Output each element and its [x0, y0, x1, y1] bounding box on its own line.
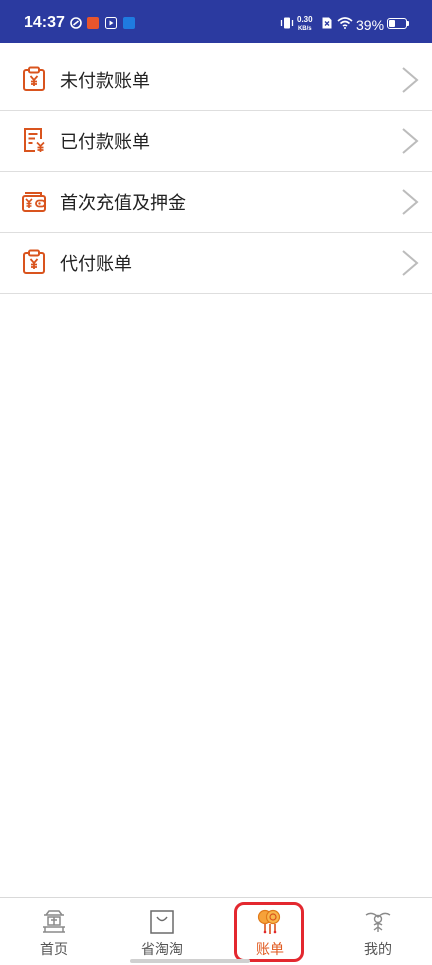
chevron-right-icon — [402, 250, 419, 276]
app-notification-icon — [70, 17, 82, 29]
menu-item-label: 未付款账单 — [60, 71, 150, 92]
tab-label: 省淘淘 — [141, 942, 183, 958]
video-app-notification-icon — [105, 17, 117, 29]
no-sim-icon — [322, 17, 332, 29]
battery-percentage: 39% — [356, 17, 385, 33]
paid-bill-icon — [24, 128, 45, 152]
tab-label: 首页 — [40, 942, 68, 958]
wifi-icon — [337, 17, 353, 29]
shopping-bag-icon — [150, 910, 174, 934]
battery-icon — [387, 18, 407, 29]
menu-item-label: 首次充值及押金 — [60, 193, 186, 214]
alipay-notification-icon — [123, 17, 135, 29]
bottom-tab-bar: 首页 省淘淘 账单 我的 — [0, 897, 432, 965]
menu-item-paid-bills[interactable]: 已付款账单 — [0, 111, 432, 172]
profile-icon — [365, 912, 391, 932]
home-indicator[interactable] — [130, 959, 250, 963]
tab-sheng-taotao[interactable]: 省淘淘 — [108, 898, 216, 965]
chevron-right-icon — [402, 189, 419, 215]
menu-item-unpaid-bills[interactable]: 未付款账单 — [0, 50, 432, 111]
unpaid-bill-icon — [23, 66, 45, 91]
menu-item-label: 代付账单 — [60, 254, 132, 275]
menu-item-label: 已付款账单 — [60, 132, 150, 153]
chevron-right-icon — [402, 128, 419, 154]
tab-mine[interactable]: 我的 — [324, 898, 432, 965]
chevron-right-icon — [402, 67, 419, 93]
wallet-icon — [22, 192, 46, 212]
battery-tip — [407, 21, 409, 26]
shopping-app-notification-icon — [87, 17, 99, 29]
menu-item-first-topup-deposit[interactable]: 首次充值及押金 — [0, 172, 432, 233]
status-bar: 14:37 0.30 KB/s 39% — [0, 0, 432, 43]
active-tab-highlight — [234, 902, 304, 962]
network-speed: 0.30 KB/s — [297, 15, 313, 33]
tab-home[interactable]: 首页 — [0, 898, 108, 965]
proxy-pay-bill-icon — [23, 249, 45, 274]
vibrate-icon — [280, 17, 294, 29]
home-icon — [43, 910, 65, 933]
bill-menu-list: 未付款账单 已付款账单 首次充值及押金 代付账单 — [0, 50, 432, 294]
status-time: 14:37 — [24, 14, 65, 31]
tab-label: 我的 — [364, 942, 392, 958]
menu-item-proxy-pay-bills[interactable]: 代付账单 — [0, 233, 432, 294]
